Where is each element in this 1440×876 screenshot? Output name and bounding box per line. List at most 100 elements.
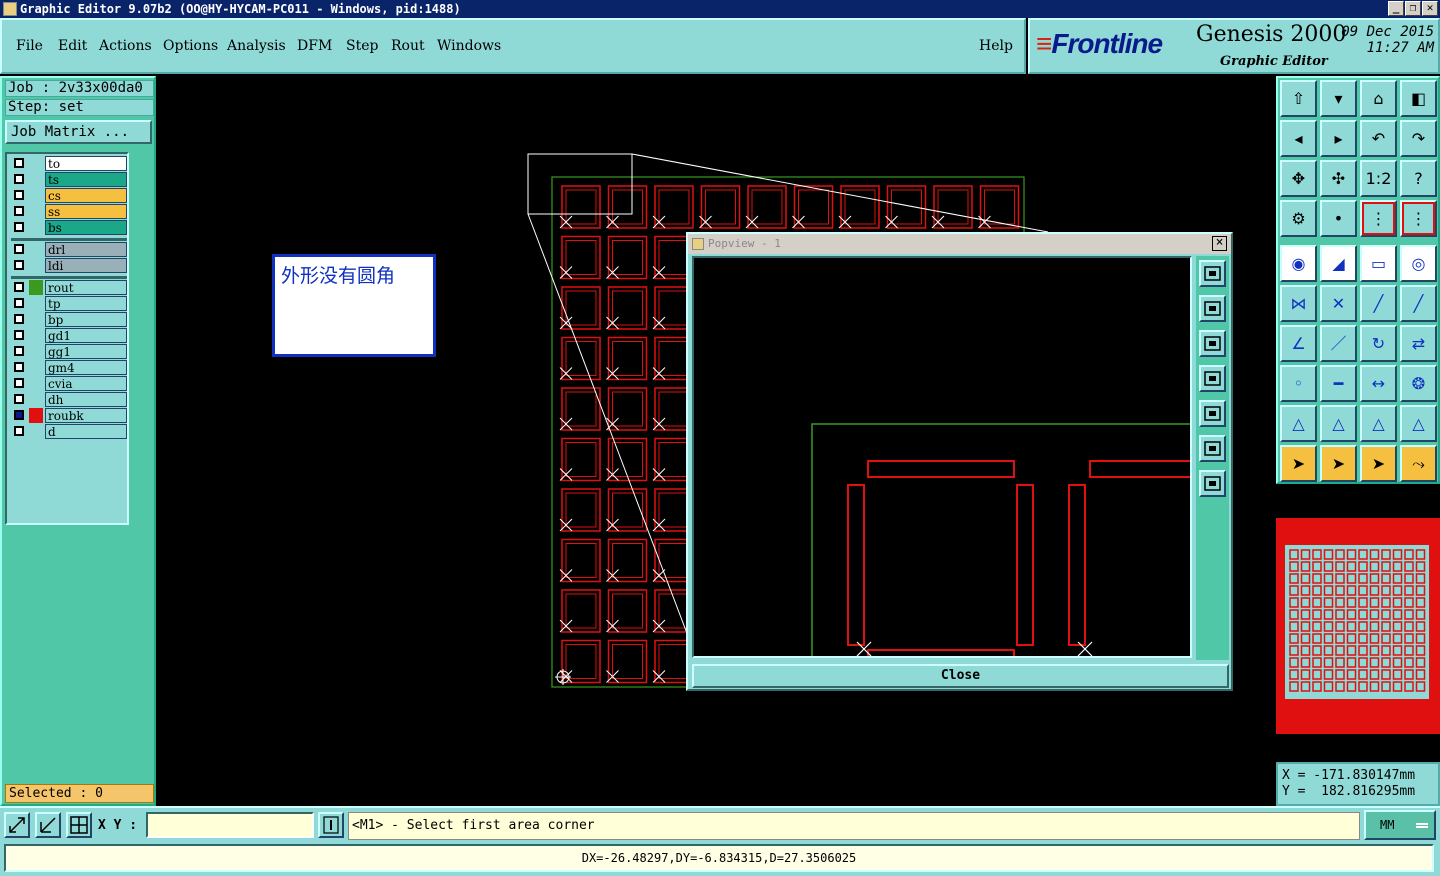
layer-name[interactable]: dh xyxy=(45,392,127,407)
connect-icon[interactable]: ⋈ xyxy=(1280,285,1317,322)
pointer-icon[interactable]: ➤ xyxy=(1280,445,1317,482)
layer-color-swatch[interactable] xyxy=(29,188,43,203)
popview-right-icon[interactable] xyxy=(1199,400,1226,427)
layer-name[interactable]: d xyxy=(45,424,127,439)
group-icon[interactable]: ❂ xyxy=(1400,365,1437,402)
layer-row-rout[interactable]: rout xyxy=(11,280,127,295)
layer-row-bp[interactable]: bp xyxy=(11,312,127,327)
grid-icon[interactable] xyxy=(66,812,92,838)
layer-checkbox[interactable] xyxy=(14,206,24,216)
layer-name[interactable]: gm4 xyxy=(45,360,127,375)
pan-left-icon[interactable]: ◂ xyxy=(1280,120,1317,157)
layer-color-swatch[interactable] xyxy=(29,376,43,391)
cursor-mode-icon[interactable] xyxy=(318,812,344,838)
layer-checkbox[interactable] xyxy=(14,330,24,340)
layer-checkbox[interactable] xyxy=(14,378,24,388)
layer-checkbox[interactable] xyxy=(14,298,24,308)
layer-color-swatch[interactable] xyxy=(29,156,43,171)
layer-color-swatch[interactable] xyxy=(29,280,43,295)
layer-row-cvia[interactable]: cvia xyxy=(11,376,127,391)
menu-analysis[interactable]: Analysis xyxy=(227,38,286,54)
layer-checkbox[interactable] xyxy=(14,426,24,436)
menu-file[interactable]: File xyxy=(16,38,43,54)
zoom-center-icon[interactable]: ✣ xyxy=(1320,160,1357,197)
menu-options[interactable]: Options xyxy=(163,38,218,54)
layer-color-swatch[interactable] xyxy=(29,220,43,235)
angle-icon[interactable]: ∠ xyxy=(1280,325,1317,362)
slope-icon[interactable]: ／ xyxy=(1320,325,1357,362)
layer-checkbox[interactable] xyxy=(14,346,24,356)
zoom-home-icon[interactable]: ⇧ xyxy=(1280,80,1317,117)
layer-name[interactable]: roubk xyxy=(45,408,127,423)
line-point-icon[interactable]: ╱ xyxy=(1360,285,1397,322)
pointer-box-icon[interactable]: ➤ xyxy=(1320,445,1357,482)
layer-row-ldi[interactable]: ldi xyxy=(11,258,127,273)
layer-checkbox[interactable] xyxy=(14,190,24,200)
line-point-2-icon[interactable]: ╱ xyxy=(1400,285,1437,322)
layer-color-swatch[interactable] xyxy=(29,392,43,407)
pan-right-icon[interactable]: ▸ xyxy=(1320,120,1357,157)
layer-color-swatch[interactable] xyxy=(29,312,43,327)
layer-row-cs[interactable]: cs xyxy=(11,188,127,203)
layer-name[interactable]: cvia xyxy=(45,376,127,391)
layer-color-swatch[interactable] xyxy=(29,204,43,219)
layer-name[interactable]: rout xyxy=(45,280,127,295)
minimize-button[interactable]: _ xyxy=(1388,1,1404,16)
popview-canvas[interactable] xyxy=(692,256,1201,667)
layer-toggle-2-icon[interactable]: ⋮ xyxy=(1400,200,1437,237)
layer-name[interactable]: cs xyxy=(45,188,127,203)
menu-actions[interactable]: Actions xyxy=(99,38,152,54)
triangle-icon[interactable]: △ xyxy=(1280,405,1317,442)
split-view-icon[interactable]: ◧ xyxy=(1400,80,1437,117)
xy-input[interactable] xyxy=(146,812,314,838)
layer-checkbox[interactable] xyxy=(14,282,24,292)
layer-color-swatch[interactable] xyxy=(29,172,43,187)
zoom-in-box-icon[interactable]: ▾ xyxy=(1320,80,1357,117)
layer-name[interactable]: gg1 xyxy=(45,344,127,359)
job-matrix-button[interactable]: Job Matrix ... xyxy=(5,120,152,144)
menu-help[interactable]: Help xyxy=(979,38,1013,54)
help-icon[interactable]: ? xyxy=(1400,160,1437,197)
ruler-icon[interactable]: ▭ xyxy=(1360,245,1397,282)
popview-fit-icon[interactable] xyxy=(1199,435,1226,462)
layer-row-to[interactable]: to xyxy=(11,156,127,171)
triangle-3-icon[interactable]: △ xyxy=(1360,405,1397,442)
layer-checkbox[interactable] xyxy=(14,158,24,168)
layer-color-swatch[interactable] xyxy=(29,360,43,375)
layer-color-swatch[interactable] xyxy=(29,344,43,359)
layer-checkbox[interactable] xyxy=(14,314,24,324)
menu-rout[interactable]: Rout xyxy=(391,38,425,54)
distance-icon[interactable]: ↔ xyxy=(1360,365,1397,402)
popview-left-icon[interactable] xyxy=(1199,365,1226,392)
layer-row-gg1[interactable]: gg1 xyxy=(11,344,127,359)
dash-icon[interactable]: ━ xyxy=(1320,365,1357,402)
popview-download-icon[interactable] xyxy=(1199,330,1226,357)
layer-color-swatch[interactable] xyxy=(29,242,43,257)
popview-close-button[interactable]: Close xyxy=(692,664,1229,688)
layer-row-roubk[interactable]: roubk xyxy=(11,408,127,423)
route-icon[interactable]: ⤳ xyxy=(1400,445,1437,482)
pointer-active-icon[interactable]: ➤ xyxy=(1360,445,1397,482)
layer-color-swatch[interactable] xyxy=(29,328,43,343)
triangle-4-icon[interactable]: △ xyxy=(1400,405,1437,442)
layer-name[interactable]: gd1 xyxy=(45,328,127,343)
layer-row-tp[interactable]: tp xyxy=(11,296,127,311)
close-window-button[interactable]: ✕ xyxy=(1422,1,1438,16)
layer-checkbox[interactable] xyxy=(14,394,24,404)
layer-row-d[interactable]: d xyxy=(11,424,127,439)
layer-checkbox[interactable] xyxy=(14,410,24,420)
overview-map[interactable] xyxy=(1276,486,1440,760)
layer-color-swatch[interactable] xyxy=(29,258,43,273)
measure-point-icon[interactable]: ◉ xyxy=(1280,245,1317,282)
snap-icon[interactable]: • xyxy=(1320,200,1357,237)
home-view-icon[interactable]: ⌂ xyxy=(1360,80,1397,117)
layer-row-drl[interactable]: drl xyxy=(11,242,127,257)
layer-name[interactable]: to xyxy=(45,156,127,171)
layer-name[interactable]: bp xyxy=(45,312,127,327)
layer-name[interactable]: ldi xyxy=(45,258,127,273)
close-icon[interactable]: × xyxy=(1212,236,1227,251)
layer-checkbox[interactable] xyxy=(14,260,24,270)
layer-checkbox[interactable] xyxy=(14,244,24,254)
settings-icon[interactable]: ⚙ xyxy=(1280,200,1317,237)
flip-icon[interactable]: ⇄ xyxy=(1400,325,1437,362)
